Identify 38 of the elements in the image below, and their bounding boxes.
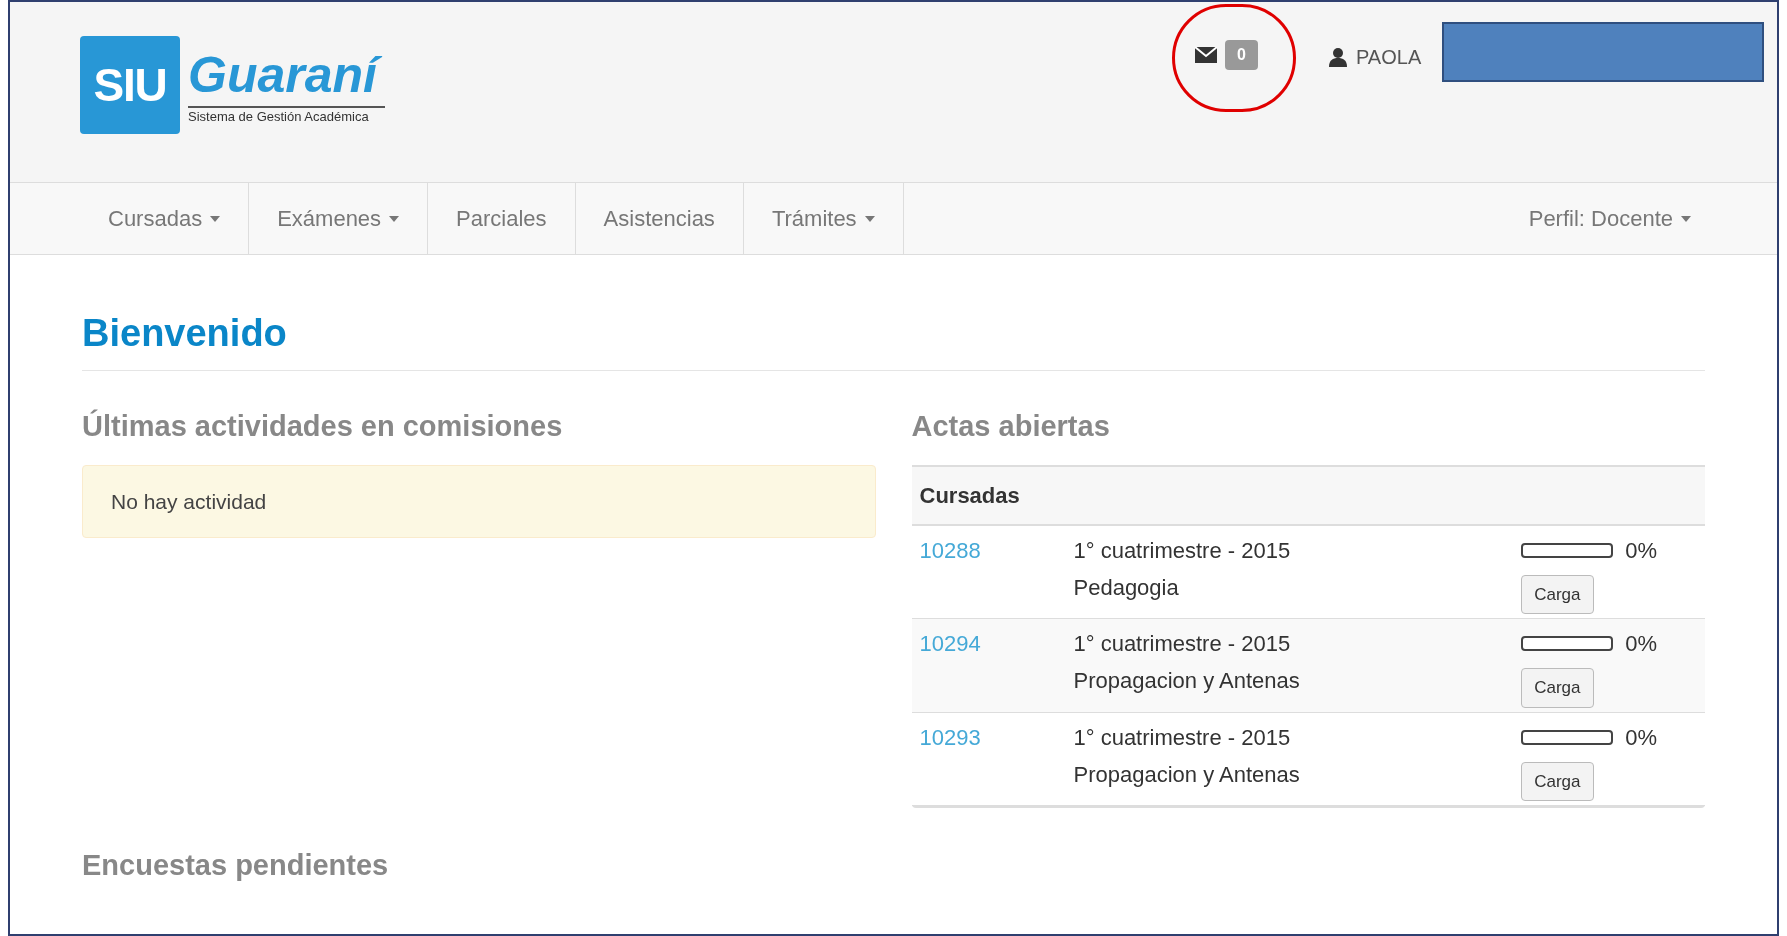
carga-button[interactable]: Carga xyxy=(1521,761,1594,801)
caret-icon xyxy=(864,215,875,222)
message-count[interactable]: 0 xyxy=(1225,40,1258,70)
acta-link[interactable]: 10293 xyxy=(919,720,1074,754)
user-name[interactable]: PAOLA xyxy=(1356,42,1422,72)
progress-percent: 0% xyxy=(1625,630,1657,658)
subject-text: Propagacion y Antenas xyxy=(1073,760,1300,789)
profile-menu[interactable]: Perfil: Docente xyxy=(1512,183,1707,254)
table-heading: Cursadas xyxy=(911,464,1705,526)
logo-name: Guaraní xyxy=(188,44,385,106)
acta-link[interactable]: 10288 xyxy=(919,533,1074,567)
section-title: Últimas actividades en comisiones xyxy=(82,408,564,444)
period-text: 1° cuatrimestre - 2015 xyxy=(1073,723,1292,752)
logo-subtitle: Sistema de Gestión Académica xyxy=(188,106,385,126)
page-title: Bienvenido xyxy=(82,305,1705,371)
nav-link[interactable]: Cursadas xyxy=(80,183,250,254)
user-icon xyxy=(1328,47,1348,67)
alert-message: No hay actividad xyxy=(82,464,876,538)
subject-text: Pedagogia xyxy=(1073,573,1180,602)
progress-percent: 0% xyxy=(1625,723,1657,752)
acta-link[interactable]: 10294 xyxy=(919,627,1074,660)
subject-text: Propagacion y Antenas xyxy=(1073,667,1300,695)
caret-icon xyxy=(1681,215,1691,222)
nav-link[interactable]: Asistencias xyxy=(575,183,744,254)
carga-button[interactable]: Carga xyxy=(1521,574,1594,614)
period-text: 1° cuatrimestre - 2015 xyxy=(1073,630,1292,658)
carga-button[interactable]: Carga xyxy=(1521,668,1594,708)
nav-link[interactable]: Trámites xyxy=(743,183,904,254)
section-title: Encuestas pendientes xyxy=(82,848,390,883)
progress-percent: 0% xyxy=(1625,536,1657,565)
envelope-icon[interactable] xyxy=(1195,47,1217,63)
period-text: 1° cuatrimestre - 2015 xyxy=(1073,536,1291,565)
caret-icon xyxy=(389,215,400,222)
logo-mark: SIU xyxy=(80,36,180,134)
nav-link[interactable]: Parciales xyxy=(428,183,576,254)
nav-link[interactable]: Exámenes xyxy=(249,183,429,254)
caret-icon xyxy=(210,215,221,222)
section-title: Actas abiertas xyxy=(911,409,1111,444)
